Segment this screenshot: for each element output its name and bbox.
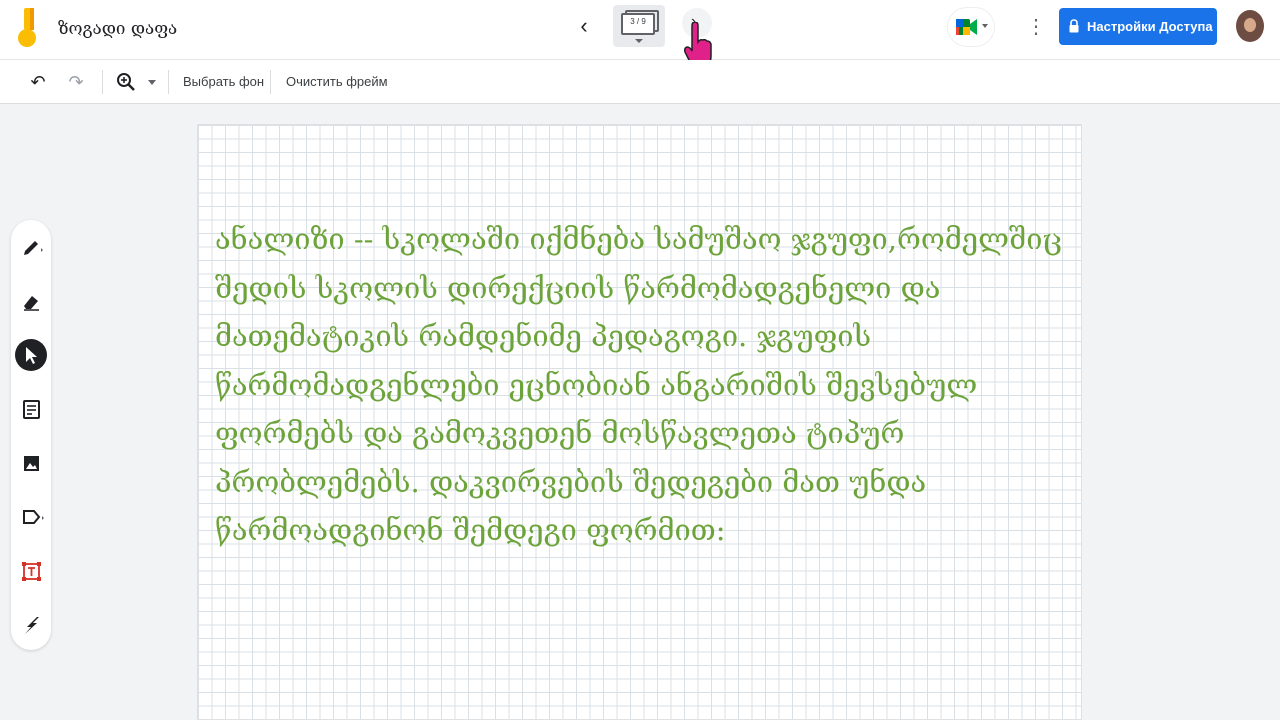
set-background-button[interactable]: Выбрать фон (183, 74, 264, 89)
meet-button[interactable] (948, 8, 994, 46)
whiteboard-canvas[interactable]: ანალიზი -- სკოლაში იქმნება სამუშაო ჯგუფი… (197, 124, 1082, 720)
image-icon[interactable] (15, 447, 47, 479)
text-line: პრობლემებს. დაკვირვების შედეგები მათ უნდ… (215, 464, 927, 499)
eraser-icon[interactable] (15, 286, 47, 318)
text-box-icon[interactable] (15, 555, 47, 587)
chevron-down-icon (635, 39, 643, 43)
sticky-note-icon[interactable] (15, 393, 47, 425)
zoom-icon[interactable] (114, 70, 138, 94)
previous-frame-button[interactable]: ‹ (572, 14, 596, 40)
editor-toolbar: ↶ ↷ Выбрать фон Очистить фрейм (0, 60, 1280, 104)
clear-frame-button[interactable]: Очистить фрейм (286, 74, 388, 89)
share-button-label: Настройки Доступа (1087, 19, 1213, 34)
handwritten-text: ანალიზი -- სკოლაში იქმნება სამუშაო ჯგუფი… (215, 215, 1065, 555)
side-toolbar (11, 220, 51, 650)
avatar[interactable] (1236, 10, 1264, 42)
select-icon[interactable] (15, 339, 47, 371)
dropdown-icon[interactable] (148, 80, 156, 85)
jamboard-logo (18, 8, 36, 47)
text-line: მათემატიკის რამდენიმე პედაგოგი. ჯგუფის (215, 319, 872, 353)
document-title[interactable]: ზოგადი დაფა (58, 19, 177, 39)
share-button[interactable]: Настройки Доступа (1059, 8, 1217, 45)
text-line: წარმომადგენლები ეცნობიან ანგარიშის შევსე… (215, 367, 978, 402)
lock-icon (1069, 19, 1079, 33)
top-bar: ზოგადი დაფა ‹ 3 / 9 › ⋮ Настройки Доступ… (0, 0, 1280, 69)
frame-bar-toggle[interactable]: 3 / 9 (613, 5, 665, 47)
laser-icon[interactable] (15, 609, 47, 641)
undo-icon[interactable]: ↶ (26, 70, 50, 94)
text-line: ანალიზი -- სკოლაში იქმნება სამუშაო ჯგუფი… (215, 222, 1063, 256)
redo-icon[interactable]: ↷ (64, 70, 88, 94)
more-options-icon[interactable]: ⋮ (1026, 14, 1046, 40)
text-line: შედის სკოლის დირექციის წარმომადგენელი და (215, 270, 941, 305)
text-line: წარმოადგინონ შემდეგი ფორმით: (215, 513, 726, 547)
chevron-down-icon (982, 24, 988, 28)
frame-counter-text: 3 / 9 (630, 17, 646, 26)
pen-icon[interactable] (15, 232, 47, 264)
text-line: ფორმებს და გამოკვეთენ მოსწავლეთა ტიპურ (215, 416, 905, 450)
shape-icon[interactable] (15, 501, 47, 533)
meet-icon (956, 19, 977, 35)
